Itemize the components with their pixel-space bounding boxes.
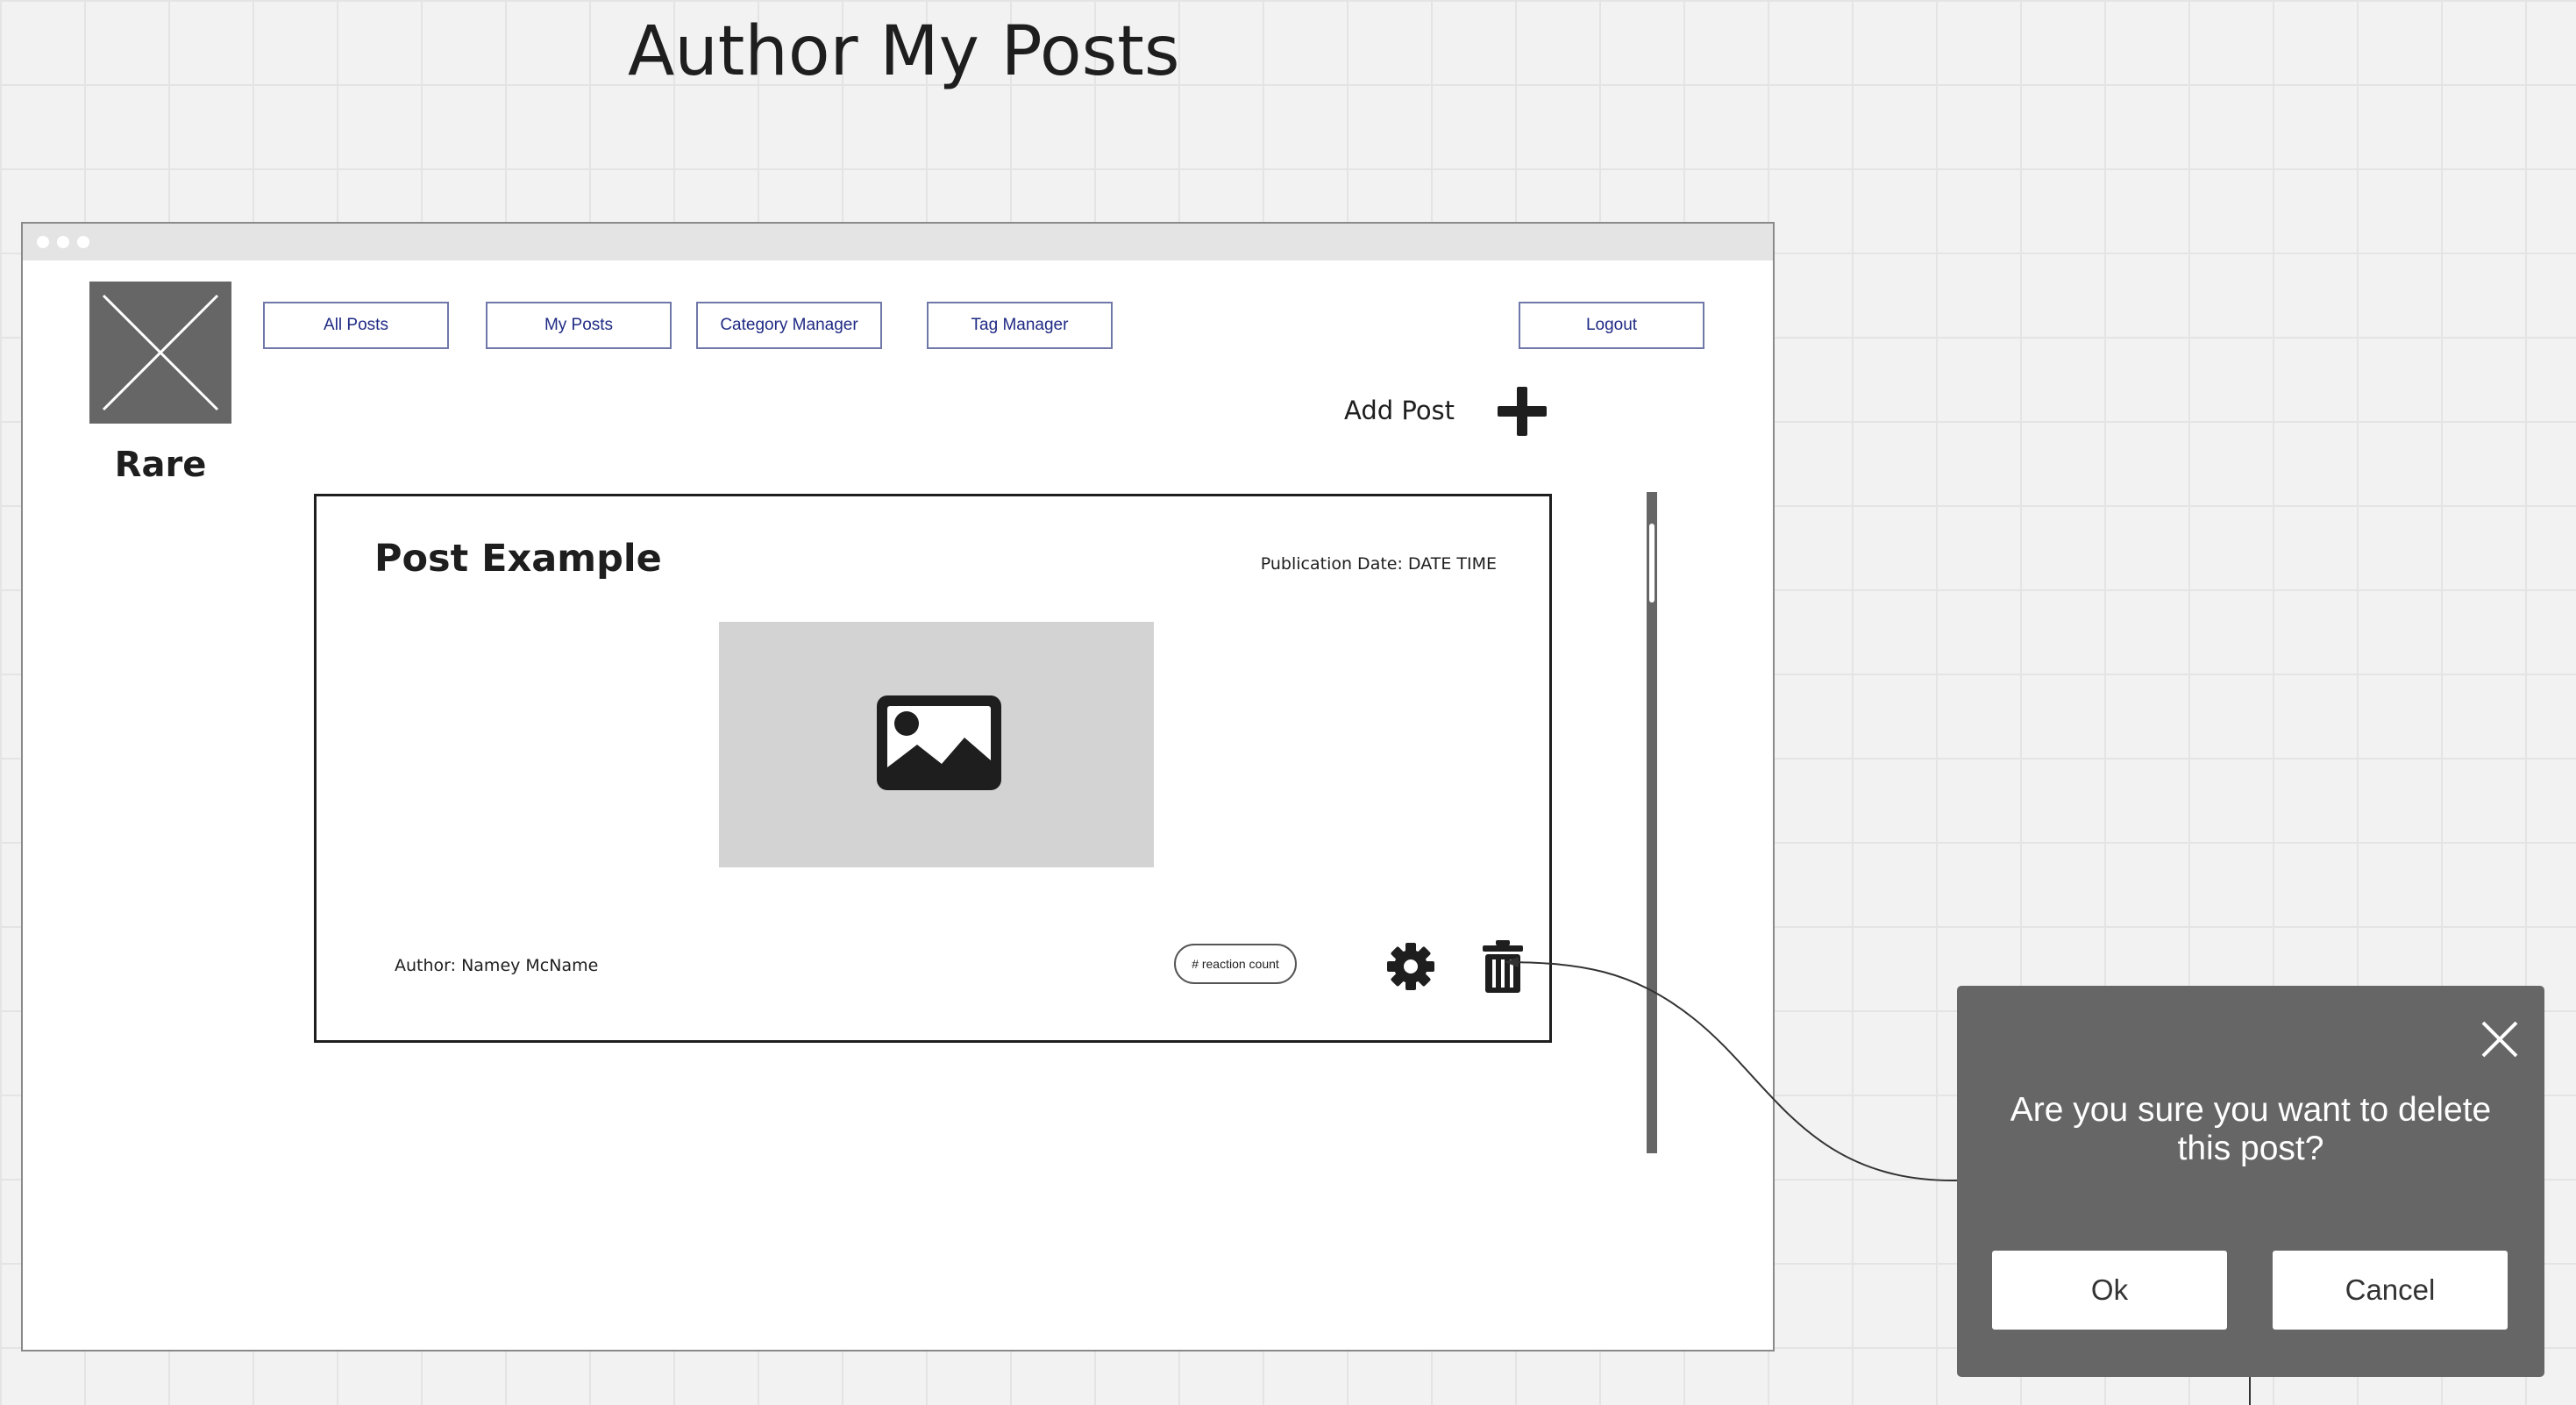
cancel-button[interactable]: Cancel: [2273, 1251, 2508, 1330]
logo-placeholder-icon[interactable]: [89, 282, 231, 424]
trash-icon[interactable]: [1481, 940, 1525, 993]
browser-window: Rare All Posts My Posts Category Manager…: [21, 222, 1775, 1352]
browser-title-bar: [23, 224, 1773, 260]
delete-confirm-dialog: Are you sure you want to delete this pos…: [1957, 986, 2544, 1377]
scrollbar[interactable]: [1647, 492, 1657, 1153]
window-dot-icon: [57, 236, 69, 248]
logo-text: Rare: [114, 445, 207, 485]
nav-my-posts-button[interactable]: My Posts: [486, 302, 672, 349]
add-post-label[interactable]: Add Post: [1344, 396, 1455, 425]
plus-icon[interactable]: [1496, 385, 1548, 438]
post-title[interactable]: Post Example: [374, 537, 662, 581]
nav-tag-manager-button[interactable]: Tag Manager: [927, 302, 1113, 349]
close-icon[interactable]: [2480, 1019, 2520, 1059]
nav-all-posts-button[interactable]: All Posts: [263, 302, 449, 349]
scrollbar-thumb[interactable]: [1649, 524, 1654, 603]
nav-category-manager-button[interactable]: Category Manager: [696, 302, 882, 349]
gear-icon[interactable]: [1386, 942, 1435, 991]
dialog-message: Are you sure you want to delete this pos…: [2010, 1091, 2492, 1167]
post-card: Post Example Publication Date: DATE TIME…: [314, 494, 1552, 1043]
publication-date: Publication Date: DATE TIME: [1260, 554, 1497, 574]
board-title: Author My Posts: [628, 12, 1180, 91]
ok-button[interactable]: Ok: [1992, 1251, 2227, 1330]
logout-button[interactable]: Logout: [1519, 302, 1704, 349]
image-icon: [877, 695, 1001, 790]
window-dot-icon: [37, 236, 49, 248]
window-dot-icon: [77, 236, 89, 248]
post-author: Author: Namey McName: [395, 956, 599, 975]
post-image: [719, 622, 1154, 867]
reaction-count-badge[interactable]: # reaction count: [1174, 944, 1297, 984]
